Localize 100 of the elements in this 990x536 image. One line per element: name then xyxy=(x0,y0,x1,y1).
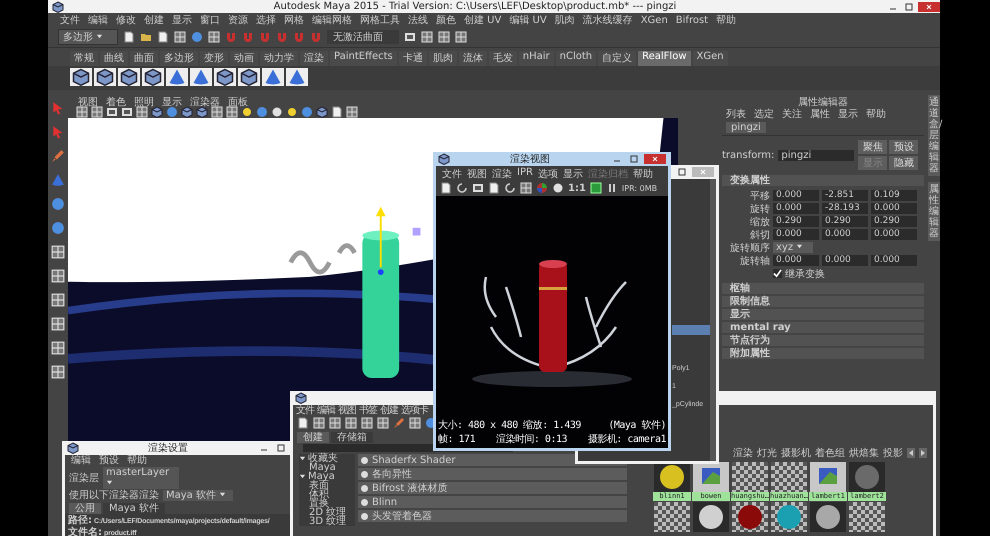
number-field[interactable]: 0.000 xyxy=(773,190,819,201)
menu-item[interactable]: 帮助 xyxy=(716,13,736,27)
menu-item[interactable]: IPR xyxy=(517,167,533,179)
tab[interactable]: 摄影机 xyxy=(781,446,811,460)
refresh-icon[interactable] xyxy=(504,182,516,194)
material-swatch[interactable] xyxy=(653,462,691,492)
menu-item[interactable]: 修改 xyxy=(116,13,136,27)
grid-icon[interactable] xyxy=(51,341,65,355)
grid-icon[interactable] xyxy=(329,417,341,429)
section-header[interactable]: 附加属性 xyxy=(722,348,924,359)
tab[interactable]: Maya 软件 xyxy=(103,503,165,514)
menu-item[interactable]: 属性 xyxy=(810,107,830,120)
section-header[interactable]: mental ray xyxy=(722,322,924,333)
editor-button[interactable]: 隐藏 xyxy=(889,156,918,170)
cone-icon[interactable] xyxy=(190,68,212,86)
menu-item[interactable]: 颜色 xyxy=(436,13,456,27)
checkbox[interactable] xyxy=(773,269,782,278)
menu-item[interactable]: 创建 xyxy=(380,405,398,416)
material-swatch[interactable] xyxy=(848,502,886,532)
shelf-tab[interactable]: nHair xyxy=(518,51,554,66)
renderer-dropdown[interactable]: Maya 软件 xyxy=(163,490,233,501)
scrollbar[interactable] xyxy=(710,179,716,461)
menu-item[interactable]: 列表 xyxy=(726,107,746,120)
viewport-menu-item[interactable]: 照明 xyxy=(134,95,154,106)
menu-item[interactable]: 编辑网格 xyxy=(312,13,352,27)
material-swatch[interactable] xyxy=(770,462,808,492)
node-list-item[interactable]: 各向异性 xyxy=(358,468,627,480)
number-field[interactable]: 0.000 xyxy=(871,229,917,240)
menu-item[interactable]: 选项卡 xyxy=(401,405,428,416)
grid-icon[interactable] xyxy=(208,31,220,43)
material-swatch[interactable] xyxy=(809,502,847,532)
menu-item[interactable]: 编辑 UV xyxy=(509,13,547,27)
menu-item[interactable]: 网格 xyxy=(284,13,304,27)
tab[interactable]: 公用 xyxy=(69,503,101,514)
material-swatch[interactable] xyxy=(692,462,730,492)
tree-item[interactable]: 3D 纹理 xyxy=(299,517,355,526)
menu-item[interactable]: 资源 xyxy=(228,13,248,27)
film-icon[interactable] xyxy=(404,31,416,43)
menu-item[interactable]: 视图 xyxy=(467,167,487,179)
pivot-point-icon[interactable] xyxy=(378,269,384,275)
tree-item[interactable]: 表面 xyxy=(299,481,355,490)
menu-item[interactable]: 编辑 xyxy=(71,455,91,466)
tree-item[interactable]: Maya xyxy=(308,472,335,481)
menu-item[interactable]: 流水线缓存 xyxy=(582,13,633,27)
material-swatch[interactable] xyxy=(848,462,886,492)
cube-icon[interactable] xyxy=(142,68,164,86)
shelf-tab[interactable]: 动画 xyxy=(230,51,258,66)
film-icon[interactable] xyxy=(106,106,118,118)
cube-icon[interactable] xyxy=(70,68,92,86)
menu-item[interactable]: 视图 xyxy=(338,405,356,416)
document-icon[interactable] xyxy=(488,182,500,194)
shelf-tab[interactable]: RealFlow xyxy=(638,51,690,66)
menu-item[interactable]: 法线 xyxy=(408,13,428,27)
close-icon[interactable] xyxy=(644,154,666,164)
brush-icon[interactable] xyxy=(393,417,405,429)
transform-name-field[interactable]: pingzi xyxy=(778,150,854,160)
menu-item[interactable]: 显示 xyxy=(562,167,583,179)
number-field[interactable]: 0.290 xyxy=(822,216,868,227)
menu-item[interactable]: 选项 xyxy=(538,167,558,179)
tab[interactable]: 着色组 xyxy=(815,446,845,460)
tab[interactable]: 存储箱 xyxy=(331,432,373,443)
menu-item[interactable]: 选择 xyxy=(256,13,276,27)
number-field[interactable]: 0.000 xyxy=(822,229,868,240)
section-header[interactable]: 枢轴 xyxy=(722,283,924,294)
film-icon[interactable] xyxy=(121,106,133,118)
grid-icon[interactable] xyxy=(51,365,65,379)
tab[interactable]: 渲染 xyxy=(733,446,753,460)
number-field[interactable]: 0.000 xyxy=(773,203,819,214)
grid-icon[interactable] xyxy=(136,106,148,118)
ball-icon[interactable] xyxy=(552,182,564,194)
menu-item[interactable]: 预设 xyxy=(99,455,119,466)
shelf-tab[interactable]: 常规 xyxy=(70,51,98,66)
menu-item[interactable]: 书签 xyxy=(359,405,377,416)
shelf-tab[interactable]: PaintEffects xyxy=(330,51,397,66)
menu-item[interactable]: Bifrost xyxy=(676,14,708,26)
render-layer-dropdown[interactable]: masterLayer xyxy=(103,467,179,489)
mode-dropdown[interactable]: 多边形 xyxy=(58,29,118,45)
cube-icon[interactable] xyxy=(94,68,116,86)
menu-item[interactable]: 文件 xyxy=(442,167,462,179)
section-header[interactable]: 限制信息 xyxy=(722,296,924,307)
menu-item[interactable]: 渲染 xyxy=(492,167,512,179)
viewport-menu-item[interactable]: 渲染器 xyxy=(190,95,220,106)
material-swatch[interactable] xyxy=(770,502,808,532)
cone-icon[interactable] xyxy=(286,68,308,86)
menu-item[interactable]: 创建 xyxy=(144,13,164,27)
viewport-menu-item[interactable]: 着色 xyxy=(106,95,126,106)
shelf-tab[interactable]: 多边形 xyxy=(160,51,198,66)
cube-icon[interactable] xyxy=(214,68,236,86)
grid-icon[interactable] xyxy=(51,269,65,283)
menu-item[interactable]: 编辑 xyxy=(88,13,108,27)
shelf-tab[interactable]: 动力学 xyxy=(260,51,298,66)
menu-item[interactable]: XGen xyxy=(640,14,668,26)
shelf-tab[interactable]: 渲染 xyxy=(300,51,328,66)
menu-item[interactable]: 帮助 xyxy=(632,167,653,179)
grid-icon[interactable] xyxy=(520,182,532,194)
menu-item[interactable]: 选定 xyxy=(754,107,774,120)
shelf-tab[interactable]: 卡通 xyxy=(398,51,427,66)
menu-item[interactable]: 帮助 xyxy=(127,455,147,466)
shelf-tab[interactable]: nCloth xyxy=(556,51,596,66)
tab[interactable]: 投影 xyxy=(883,446,903,460)
